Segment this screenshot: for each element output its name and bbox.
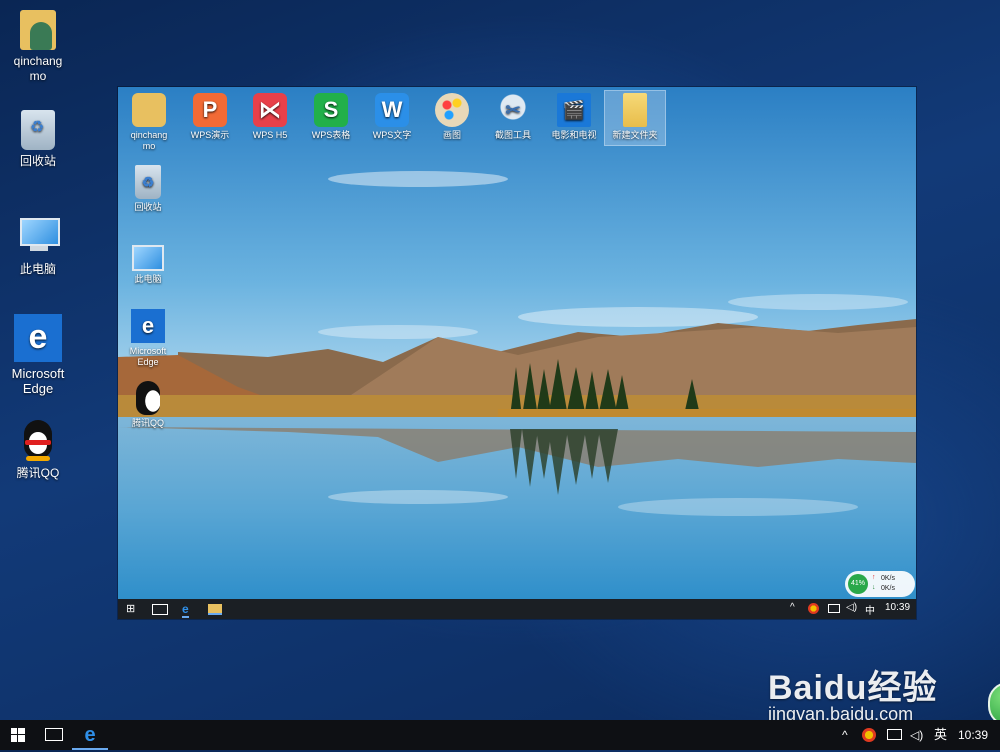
taskbar-clock[interactable]: 10:39 xyxy=(958,720,988,750)
inner-icon-paint[interactable]: 画图 xyxy=(422,93,482,141)
upload-arrow-icon: ↑ xyxy=(872,574,876,581)
inner-clock[interactable]: 10:39 xyxy=(885,602,910,616)
chevron-up-icon[interactable]: ^ xyxy=(842,720,848,750)
inner-icon-label: Microsoft Edge xyxy=(129,346,167,367)
windows-logo-icon xyxy=(11,727,25,742)
wps-presentation-icon: P xyxy=(193,93,227,127)
volume-icon[interactable]: ◁) xyxy=(910,720,923,750)
landscape-wallpaper xyxy=(118,87,916,599)
inner-icon-qinchangmo[interactable]: qinchangmo xyxy=(119,93,179,152)
network-speed-widget[interactable]: 41% ↑ 0K/s ↓ 0K/s xyxy=(845,571,915,597)
taskbar-edge-button[interactable]: e xyxy=(72,720,108,750)
edge-icon[interactable]: e xyxy=(182,602,189,618)
desktop-icon-edge[interactable]: e Microsoft Edge xyxy=(0,314,76,396)
recycle-bin-icon xyxy=(21,110,55,150)
wps-writer-icon: W xyxy=(375,93,409,127)
movies-tv-icon: 🎬 xyxy=(557,93,591,127)
security-tray-icon[interactable] xyxy=(808,603,819,614)
file-explorer-icon[interactable] xyxy=(208,604,222,615)
task-view-icon xyxy=(45,728,63,742)
qq-icon xyxy=(16,418,60,462)
task-view-button[interactable] xyxy=(36,720,72,750)
inner-icon-label: 新建文件夹 xyxy=(612,130,658,140)
desktop-icon-label: 此电脑 xyxy=(19,262,56,276)
inner-icon-edge[interactable]: e Microsoft Edge xyxy=(118,309,178,368)
inner-taskbar: ⊞ e ^ ◁) 中 10:39 xyxy=(118,599,916,619)
windows-logo-icon[interactable]: ⊞ xyxy=(126,602,135,616)
paint-icon xyxy=(435,93,469,127)
inner-icon-label: WPS表格 xyxy=(311,130,351,140)
chevron-up-icon[interactable]: ^ xyxy=(790,602,795,616)
memory-usage-indicator: 41% xyxy=(848,574,868,594)
upload-speed: 0K/s xyxy=(881,575,896,582)
inner-icon-qq[interactable]: 腾讯QQ xyxy=(118,381,178,429)
wps-h5-icon: ⋉ xyxy=(253,93,287,127)
desktop-icon-qq[interactable]: 腾讯QQ xyxy=(0,418,76,481)
inner-icon-label: 回收站 xyxy=(134,202,162,212)
wps-spreadsheet-icon: S xyxy=(314,93,348,127)
inner-icon-label: WPS演示 xyxy=(190,130,230,140)
inner-icon-wps-h5[interactable]: ⋉ WPS H5 xyxy=(240,93,300,141)
recycle-bin-icon: ♻ xyxy=(135,165,161,199)
start-button[interactable] xyxy=(0,720,36,750)
qq-icon xyxy=(136,381,160,415)
desktop-icon-qinchangmo[interactable]: qinchangmo xyxy=(0,10,76,84)
inner-icon-label: 截图工具 xyxy=(494,130,531,140)
inner-icon-label: qinchangmo xyxy=(130,130,168,151)
user-folder-icon xyxy=(20,10,56,50)
volume-icon[interactable]: ◁) xyxy=(846,602,857,616)
desktop-icon-label: 回收站 xyxy=(19,154,56,168)
desktop-icon-this-pc[interactable]: 此电脑 xyxy=(0,214,76,277)
inner-icon-label: 电影和电视 xyxy=(551,130,597,140)
desktop-icon-recycle-bin[interactable]: 回收站 xyxy=(0,110,76,169)
inner-icon-wps-writer[interactable]: W WPS文字 xyxy=(362,93,422,141)
this-pc-icon xyxy=(132,245,164,271)
inner-icon-label: WPS H5 xyxy=(252,130,288,140)
inner-icon-wps-spreadsheet[interactable]: S WPS表格 xyxy=(301,93,361,141)
edge-icon: e xyxy=(14,314,62,362)
edge-icon: e xyxy=(131,309,165,343)
inner-icon-label: WPS文字 xyxy=(372,130,412,140)
taskbar: e ^ ◁) 英 10:39 xyxy=(0,720,1000,750)
baidu-watermark: Baidu经验 xyxy=(768,660,937,709)
new-folder-icon xyxy=(623,93,647,127)
network-icon[interactable] xyxy=(887,729,902,740)
snipping-tool-icon: ✂ xyxy=(496,93,530,127)
edge-icon: e xyxy=(84,724,96,746)
network-icon[interactable] xyxy=(828,604,840,613)
inner-icon-snipping-tool[interactable]: ✂ 截图工具 xyxy=(483,93,543,141)
inner-icon-this-pc[interactable]: 此电脑 xyxy=(118,237,178,285)
inner-icon-label: 画图 xyxy=(442,130,461,140)
inner-icon-label: 腾讯QQ xyxy=(131,418,164,428)
desktop-icon-label: 腾讯QQ xyxy=(16,466,60,480)
baidu-logo-text: Baidu经验 xyxy=(768,669,938,707)
download-speed: 0K/s xyxy=(881,585,896,592)
inner-icon-new-folder[interactable]: 新建文件夹 xyxy=(604,90,666,146)
inner-icon-label: 此电脑 xyxy=(134,274,162,284)
inner-desktop-screenshot: qinchangmo P WPS演示 ⋉ WPS H5 S WPS表格 W WP… xyxy=(118,87,916,619)
this-pc-icon xyxy=(16,214,60,258)
task-view-icon[interactable] xyxy=(152,604,168,615)
desktop-icon-label: Microsoft Edge xyxy=(11,366,65,396)
desktop-icon-label: qinchangmo xyxy=(13,54,63,83)
download-arrow-icon: ↓ xyxy=(872,584,876,591)
inner-icon-movies-tv[interactable]: 🎬 电影和电视 xyxy=(544,93,604,141)
input-method-indicator[interactable]: 中 xyxy=(865,602,875,617)
inner-icon-recycle-bin[interactable]: ♻ 回收站 xyxy=(118,165,178,213)
inner-icon-wps-presentation[interactable]: P WPS演示 xyxy=(180,93,240,141)
input-method-indicator[interactable]: 英 xyxy=(934,720,947,750)
user-folder-icon xyxy=(132,93,166,127)
security-tray-icon[interactable] xyxy=(862,728,876,742)
